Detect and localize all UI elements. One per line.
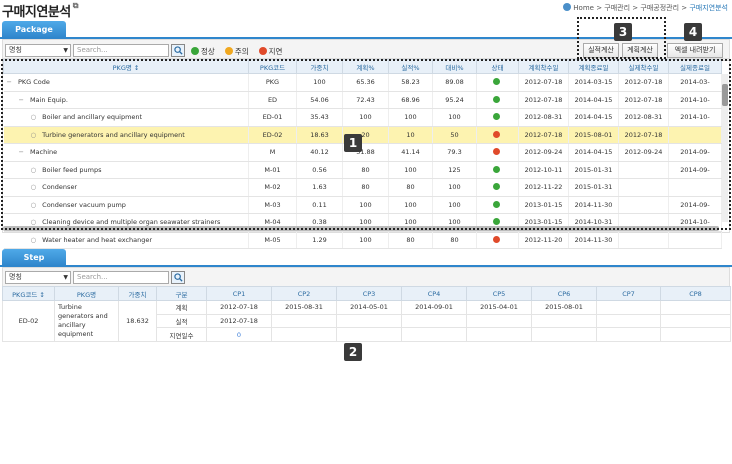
- column-header[interactable]: CP8: [660, 286, 731, 301]
- cp-cell: 2014-09-01: [401, 300, 467, 315]
- table-row[interactable]: ED-02 Turbine generators and ancillary eq…: [2, 300, 731, 342]
- table-row[interactable]: ○ Water heater and heat exchanger M-05 1.29…: [3, 231, 722, 249]
- breadcrumb-sep: >: [630, 4, 641, 12]
- cell-weight: 1.29: [296, 231, 343, 249]
- annotation-badge-3: 3: [614, 23, 632, 41]
- chevron-down-icon: ▼: [63, 47, 68, 54]
- search-field-select[interactable]: 명칭 ▼: [5, 44, 71, 57]
- cp-cell: [531, 313, 597, 329]
- breadcrumb-l2[interactable]: 구매공정관리: [640, 4, 679, 12]
- step-kind-cell: 실적: [156, 313, 207, 329]
- chevron-down-icon: ▼: [63, 274, 68, 281]
- cell-ratio: 80: [432, 231, 477, 249]
- cp-cell: [596, 313, 661, 329]
- cp-cell: [466, 313, 532, 329]
- status-dot-icon: [258, 47, 267, 55]
- cp-cell: [401, 313, 467, 329]
- step-name-cell: Turbine generators and ancillary equipme…: [54, 300, 119, 342]
- legend-label: 주의: [234, 47, 249, 56]
- cp-cell: [660, 327, 731, 342]
- cell-plan: 100: [342, 231, 389, 249]
- legend-item: 주의: [224, 47, 254, 56]
- pkg-name: Water heater and heat exchanger: [42, 235, 153, 244]
- legend-item: 정상: [191, 47, 220, 56]
- status-dot-icon: [493, 235, 500, 243]
- cp-cell: [596, 300, 661, 315]
- cp-cell: [596, 327, 661, 342]
- step-search-button[interactable]: [171, 271, 185, 284]
- column-header[interactable]: CP6: [531, 286, 597, 301]
- cell-actual: 80: [388, 231, 433, 249]
- home-icon[interactable]: [563, 3, 572, 11]
- legend-item: 지연: [258, 47, 288, 56]
- step-kind-cell: 계획: [156, 300, 207, 315]
- cp-cell: 0: [206, 327, 272, 342]
- tab-step[interactable]: Step: [2, 249, 66, 266]
- step-grid: PKG코드 ↕ PKG명 가중치 구분 CP1 CP2 CP3 CP4 CP5 CP6 CP7 CP8…: [2, 286, 731, 342]
- cp-cell: [271, 327, 337, 342]
- cp-cell: [660, 300, 731, 315]
- page-title: 구매지연분석 ⧉: [2, 1, 79, 20]
- leaf-node-icon: ○: [30, 235, 37, 244]
- annotation-badge-1: 1: [344, 134, 362, 152]
- cell-date-ps: 2012-11-20: [518, 231, 569, 249]
- column-header[interactable]: PKG명: [54, 286, 119, 301]
- column-header[interactable]: CP4: [401, 286, 467, 301]
- breadcrumb-sep: >: [593, 4, 605, 12]
- breadcrumb-current: 구매지연분석: [689, 4, 728, 12]
- column-header[interactable]: CP3: [336, 286, 402, 301]
- legend-label: 정상: [201, 47, 215, 56]
- search-button[interactable]: [171, 44, 185, 57]
- annotation-badge-2: 2: [344, 343, 362, 361]
- search-icon: [174, 46, 183, 55]
- external-link-icon[interactable]: ⧉: [73, 1, 79, 10]
- cp-cell: 2015-08-01: [531, 300, 597, 315]
- status-dot-icon: [191, 47, 199, 55]
- annotation-box-1: [1, 59, 731, 230]
- column-header[interactable]: CP7: [596, 286, 661, 301]
- step-search-field-select[interactable]: 명칭 ▼: [5, 271, 71, 284]
- cp-cell: 2014-05-01: [336, 300, 402, 315]
- breadcrumb-home[interactable]: Home: [573, 4, 594, 12]
- step-code-cell: ED-02: [2, 300, 55, 342]
- cp-cell: 2015-08-31: [271, 300, 337, 315]
- column-header[interactable]: CP1: [206, 286, 272, 301]
- cell-date-ae: [668, 231, 722, 249]
- cp-cell: [660, 313, 731, 329]
- cell-code: M-05: [248, 231, 297, 249]
- step-search-input[interactable]: Search...: [73, 271, 169, 284]
- cp-cell: 2015-04-01: [466, 300, 532, 315]
- cell-status: [476, 231, 519, 249]
- column-header[interactable]: CP2: [271, 286, 337, 301]
- cp-cell: [531, 327, 597, 342]
- step-kind-cell: 지연일수: [156, 327, 207, 342]
- search-input[interactable]: Search...: [73, 44, 169, 57]
- cp-cell: [336, 313, 402, 329]
- cell-date-as: [618, 231, 669, 249]
- cp-cell: 2012-07-18: [206, 300, 272, 315]
- status-dot-icon: [224, 47, 233, 55]
- cp-cell: [466, 327, 532, 342]
- breadcrumb: Home > 구매관리 > 구매공정관리 > 구매지연분석: [563, 3, 728, 13]
- column-header[interactable]: 가중치: [118, 286, 157, 301]
- cell-date-pe: 2014-11-30: [568, 231, 619, 249]
- step-weight-cell: 18.632: [118, 300, 157, 342]
- pkg-name-cell[interactable]: ○ Water heater and heat exchanger: [3, 231, 249, 249]
- column-header[interactable]: CP5: [466, 286, 532, 301]
- annotation-box-34: [577, 17, 732, 59]
- annotation-badge-4: 4: [684, 23, 702, 41]
- cp-cell: 2012-07-18: [206, 313, 272, 329]
- search-icon: [174, 273, 183, 282]
- cp-cell: [336, 327, 402, 342]
- column-header[interactable]: PKG코드 ↕: [2, 286, 55, 301]
- breadcrumb-l1[interactable]: 구매관리: [604, 4, 630, 12]
- column-header[interactable]: 구분: [156, 286, 207, 301]
- cp-cell: [271, 313, 337, 329]
- legend-label: 지연: [268, 47, 283, 56]
- status-legend: 정상 주의 지연: [191, 46, 292, 57]
- cp-cell: [401, 327, 467, 342]
- breadcrumb-sep: >: [679, 4, 690, 12]
- tab-package[interactable]: Package: [2, 21, 66, 38]
